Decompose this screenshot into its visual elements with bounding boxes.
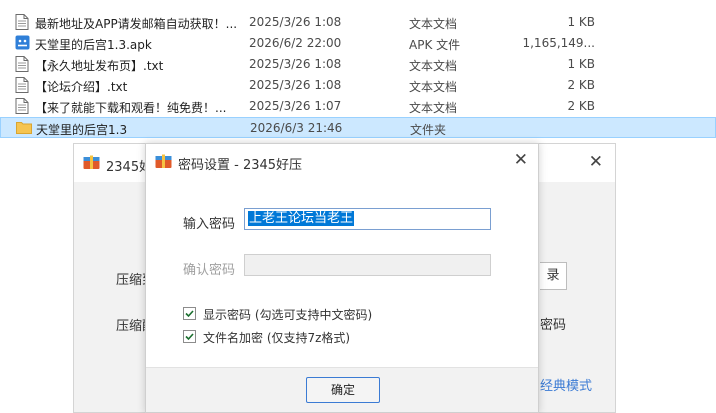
file-row[interactable]: 【来了就能下载和观看！纯免费！... 2025/3/26 1:07 文本文档 2… <box>0 96 716 117</box>
file-size: 2 KB <box>567 99 595 113</box>
folder-icon <box>16 120 32 136</box>
haozip-app-icon <box>83 155 100 170</box>
compress-dialog-title: 2345好压 <box>106 160 146 175</box>
apk-file-icon <box>15 35 30 51</box>
compress-to-label: 压缩到 <box>116 273 146 288</box>
classic-mode-link[interactable]: 经典模式 <box>540 375 592 394</box>
file-date: 2026/6/3 21:46 <box>250 121 343 135</box>
file-type: APK 文件 <box>409 38 461 52</box>
file-date: 2025/3/26 1:08 <box>249 78 342 92</box>
haozip-app-icon <box>155 154 172 169</box>
file-row[interactable]: 最新地址及APP请发邮箱自动获取！... 2025/3/26 1:08 文本文档… <box>0 12 716 33</box>
file-name: 【论坛介绍】.txt <box>35 80 128 94</box>
file-size: 2 KB <box>567 78 595 92</box>
file-name: 天堂里的后宫1.3 <box>36 123 128 137</box>
confirm-password-input[interactable] <box>244 254 491 276</box>
file-row[interactable]: 【论坛介绍】.txt 2025/3/26 1:08 文本文档 2 KB <box>0 75 716 96</box>
file-row[interactable]: 【永久地址发布页】.txt 2025/3/26 1:08 文本文档 1 KB <box>0 54 716 75</box>
file-size: 1 KB <box>567 15 595 29</box>
file-type: 文件夹 <box>410 123 447 137</box>
password-dialog-titlebar[interactable]: 密码设置 - 2345好压 ✕ <box>146 144 538 180</box>
password-setting-text[interactable]: 密码 <box>540 314 566 333</box>
text-file-icon <box>15 98 29 114</box>
file-date: 2025/3/26 1:07 <box>249 99 342 113</box>
encrypt-filenames-checkbox[interactable] <box>183 330 196 343</box>
file-row[interactable]: 天堂里的后宫1.3.apk 2026/6/2 22:00 APK 文件 1,16… <box>0 33 716 54</box>
file-name: 天堂里的后宫1.3.apk <box>35 38 152 52</box>
file-type: 文本文档 <box>409 80 458 94</box>
file-size: 1 KB <box>567 57 595 71</box>
file-type: 文本文档 <box>409 17 458 31</box>
encrypt-filenames-label: 文件名加密 (仅支持7z格式) <box>203 331 351 345</box>
close-icon[interactable]: ✕ <box>589 152 603 172</box>
show-password-label: 显示密码 (勾选可支持中文密码) <box>203 308 373 322</box>
confirm-password-label: 确认密码 <box>183 263 236 278</box>
file-date: 2026/6/2 22:00 <box>249 36 342 50</box>
file-size: 1,165,149... <box>522 36 595 50</box>
ok-button[interactable]: 确定 <box>306 377 380 403</box>
password-dialog: 密码设置 - 2345好压 ✕ 输入密码 上老王论坛当老王 确认密码 显示密码 … <box>145 143 539 413</box>
file-date: 2025/3/26 1:08 <box>249 15 342 29</box>
file-name: 【永久地址发布页】.txt <box>35 59 164 73</box>
text-file-icon <box>15 77 29 93</box>
file-row-selected[interactable]: 天堂里的后宫1.3 2026/6/3 21:46 文件夹 <box>0 117 716 138</box>
file-name: 最新地址及APP请发邮箱自动获取！... <box>35 17 238 31</box>
file-date: 2025/3/26 1:08 <box>249 57 342 71</box>
password-input-value: 上老王论坛当老王 <box>248 211 355 226</box>
text-file-icon <box>15 14 29 30</box>
file-type: 文本文档 <box>409 59 458 73</box>
password-dialog-title: 密码设置 - 2345好压 <box>178 158 303 173</box>
file-type: 文本文档 <box>409 101 458 115</box>
password-label: 输入密码 <box>183 217 236 232</box>
file-name: 【来了就能下载和观看！纯免费！... <box>35 101 227 115</box>
compress-config-label: 压缩配 <box>116 319 146 334</box>
show-password-checkbox[interactable] <box>183 307 196 320</box>
text-file-icon <box>15 56 29 72</box>
password-input[interactable]: 上老王论坛当老王 <box>244 208 491 230</box>
close-icon[interactable]: ✕ <box>514 150 528 170</box>
browse-button[interactable]: 录 <box>540 262 567 290</box>
